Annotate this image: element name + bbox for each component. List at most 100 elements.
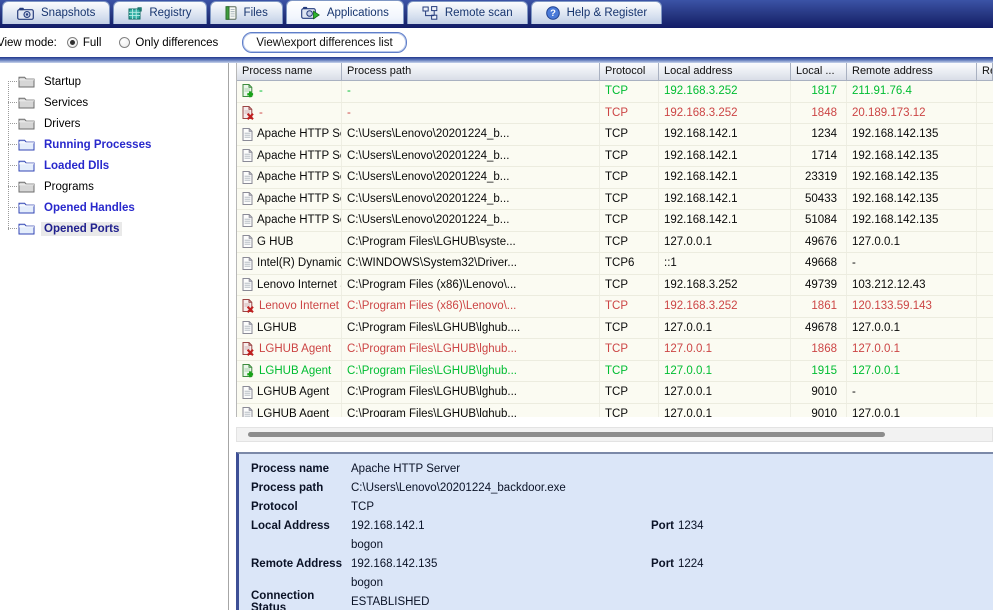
- cell-local-port: 23319: [791, 167, 847, 188]
- table-header-row: Process name Process path Protocol Local ad…: [237, 63, 993, 81]
- sidebar-item-loaded-dlls[interactable]: Loaded Dlls: [0, 155, 228, 176]
- table-row[interactable]: LGHUB Agent C:\Program Files\LGHUB\lghub…: [237, 403, 993, 417]
- scrollbar-thumb[interactable]: [248, 432, 885, 437]
- cell-local-port: 1234: [791, 124, 847, 145]
- table-row[interactable]: Apache HTTP Ser... C:\Users\Lenovo\20201…: [237, 167, 993, 189]
- radio-icon[interactable]: [119, 37, 131, 48]
- cell-process-path: C:\WINDOWS\System32\Driver...: [342, 253, 600, 274]
- column-header-local-address[interactable]: Local address: [659, 63, 791, 81]
- table-row[interactable]: G HUB C:\Program Files\LGHUB\syste... TC…: [237, 231, 993, 253]
- detail-value: bogon: [351, 576, 383, 589]
- radio-full[interactable]: Full: [66, 37, 101, 49]
- folder-blue-icon: [18, 138, 35, 151]
- column-header-remote-address[interactable]: Remote address: [847, 63, 977, 81]
- tree-item-label: Opened Ports: [41, 221, 123, 236]
- sidebar: Startup Services Drivers Running Process…: [0, 63, 229, 610]
- column-header-process-path[interactable]: Process path: [342, 63, 600, 81]
- table-row[interactable]: Apache HTTP Ser... C:\Users\Lenovo\20201…: [237, 188, 993, 210]
- cell-remote-address: 192.168.142.135: [847, 145, 977, 166]
- tab-registry[interactable]: Registry: [113, 1, 207, 24]
- tab-applications[interactable]: Applications: [285, 0, 404, 24]
- table-row[interactable]: Apache HTTP Ser... C:\Users\Lenovo\20201…: [237, 124, 993, 146]
- category-tree: Startup Services Drivers Running Process…: [0, 63, 228, 239]
- folder-gray-icon: [18, 96, 35, 109]
- cell-remote-address: -: [847, 382, 977, 403]
- detail-port-value: 1234: [678, 519, 704, 532]
- sidebar-item-programs[interactable]: Programs: [0, 176, 228, 197]
- sidebar-item-opened-handles[interactable]: Opened Handles: [0, 197, 228, 218]
- sidebar-item-running-processes[interactable]: Running Processes: [0, 134, 228, 155]
- cell-remote-address: 192.168.142.135: [847, 210, 977, 231]
- table-row[interactable]: LGHUB Agent C:\Program Files\LGHUB\lghub…: [237, 360, 993, 382]
- column-header-local[interactable]: Local ...: [791, 63, 847, 81]
- tab-remote-scan[interactable]: Remote scan: [406, 1, 528, 24]
- doc-icon: [242, 127, 253, 141]
- table-row[interactable]: Intel(R) Dynamic A... C:\WINDOWS\System3…: [237, 253, 993, 275]
- cell-process-path: C:\Program Files\LGHUB\lghub...: [342, 360, 600, 381]
- table-row[interactable]: LGHUB Agent C:\Program Files\LGHUB\lghub…: [237, 339, 993, 361]
- cell-process-path: C:\Program Files\LGHUB\lghub...: [342, 382, 600, 403]
- detail-row: Protocol TCP: [251, 497, 993, 516]
- column-header-re[interactable]: Re: [977, 63, 993, 81]
- sidebar-item-drivers[interactable]: Drivers: [0, 113, 228, 134]
- cell-local-address: 192.168.142.1: [659, 124, 791, 145]
- radio-only-differences[interactable]: Only differences: [119, 37, 218, 49]
- cell-local-address: 127.0.0.1: [659, 403, 791, 417]
- cell-remote-address: 127.0.0.1: [847, 231, 977, 252]
- folder-blue-icon: [18, 201, 35, 214]
- tab-bar: Snapshots Registry Files Applications Re…: [0, 0, 993, 28]
- detail-value: ESTABLISHED: [351, 595, 430, 608]
- cell-local-address: 192.168.142.1: [659, 210, 791, 231]
- cell-protocol: TCP: [600, 210, 659, 231]
- cell-protocol: TCP: [600, 145, 659, 166]
- cell-process-path: C:\Program Files (x86)\Lenovo\...: [342, 274, 600, 295]
- doc-icon: [242, 385, 253, 399]
- cell-local-port: 9010: [791, 403, 847, 417]
- detail-label: Remote Address: [251, 557, 342, 570]
- detail-row: bogon: [251, 573, 993, 592]
- cell-local-port: 1861: [791, 296, 847, 317]
- doc-icon: [242, 149, 253, 163]
- horizontal-scrollbar[interactable]: [236, 427, 993, 442]
- table-row[interactable]: Apache HTTP Ser... C:\Users\Lenovo\20201…: [237, 210, 993, 232]
- doc-removed-icon: [242, 342, 255, 357]
- table-row[interactable]: LGHUB Agent C:\Program Files\LGHUB\lghub…: [237, 382, 993, 404]
- cell-process-path: C:\Users\Lenovo\20201224_b...: [342, 167, 600, 188]
- table-row[interactable]: Apache HTTP Ser... C:\Users\Lenovo\20201…: [237, 145, 993, 167]
- tab-snapshots[interactable]: Snapshots: [2, 1, 111, 24]
- cell-local-address: 127.0.0.1: [659, 317, 791, 338]
- sidebar-item-startup[interactable]: Startup: [0, 71, 228, 92]
- cell-protocol: TCP: [600, 274, 659, 295]
- doc-icon: [242, 213, 253, 227]
- detail-value: TCP: [351, 500, 374, 513]
- connection-detail-panel: Process name Apache HTTP Server Process …: [236, 452, 993, 610]
- view-mode-label: View mode:: [0, 36, 57, 49]
- view-export-differences-button[interactable]: View\export differences list: [242, 32, 407, 53]
- detail-value: C:\Users\Lenovo\20201224_backdoor.exe: [351, 481, 566, 494]
- radio-group-container: Full Only differences: [57, 37, 218, 49]
- detail-label: Protocol: [251, 500, 298, 513]
- sidebar-item-services[interactable]: Services: [0, 92, 228, 113]
- detail-label: Process path: [251, 481, 324, 494]
- cell-remote-address: 192.168.142.135: [847, 188, 977, 209]
- cell-local-port: 50433: [791, 188, 847, 209]
- folder-gray-icon: [18, 117, 35, 130]
- column-header-process-name[interactable]: Process name: [237, 63, 342, 81]
- table-row[interactable]: - - TCP 192.168.3.252 1817 211.91.76.4: [237, 81, 993, 103]
- cell-protocol: TCP6: [600, 253, 659, 274]
- detail-value: 192.168.142.135: [351, 557, 438, 570]
- sidebar-item-opened-ports[interactable]: Opened Ports: [0, 218, 228, 239]
- help-icon: ?: [545, 6, 560, 20]
- cell-remote-port: [977, 103, 993, 124]
- table-row[interactable]: Lenovo Internet S... C:\Program Files (x…: [237, 296, 993, 318]
- cell-remote-address: 192.168.142.135: [847, 124, 977, 145]
- radio-icon[interactable]: [66, 37, 78, 48]
- tab-files[interactable]: Files: [209, 1, 283, 24]
- table-row[interactable]: - - TCP 192.168.3.252 1848 20.189.173.12: [237, 102, 993, 124]
- tab-help-register[interactable]: ? Help & Register: [530, 1, 663, 24]
- cell-process-name: Apache HTTP Ser...: [237, 210, 342, 231]
- table-row[interactable]: Lenovo Internet S... C:\Program Files (x…: [237, 274, 993, 296]
- table-row[interactable]: LGHUB C:\Program Files\LGHUB\lghub.... T…: [237, 317, 993, 339]
- column-header-protocol[interactable]: Protocol: [600, 63, 659, 81]
- folder-blue-icon: [18, 159, 35, 172]
